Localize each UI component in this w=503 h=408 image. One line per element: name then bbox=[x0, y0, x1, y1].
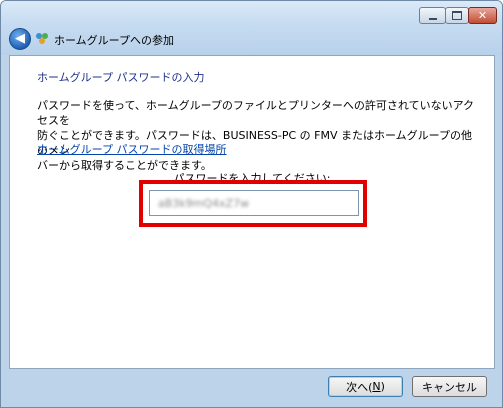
description-text: パスワードを使って、ホームグループのファイルとプリンターへの許可されていないアク… bbox=[37, 98, 477, 173]
dialog-window: ✕ ◀ ホームグループへの参加 ホームグループ パスワードの入力 パスワードを使… bbox=[0, 0, 503, 408]
page-heading: ホームグループ パスワードの入力 bbox=[37, 71, 205, 84]
next-button[interactable]: 次へ(N) bbox=[328, 376, 403, 397]
title-bar: ✕ ◀ ホームグループへの参加 bbox=[1, 1, 502, 55]
back-button[interactable]: ◀ bbox=[9, 28, 31, 50]
description-line: パスワードを使って、ホームグループのファイルとプリンターへの許可されていないアク… bbox=[37, 99, 475, 127]
maximize-icon bbox=[452, 11, 462, 20]
password-input[interactable] bbox=[149, 190, 359, 216]
close-button[interactable]: ✕ bbox=[468, 7, 497, 24]
next-button-key: N bbox=[372, 380, 381, 393]
back-arrow-icon: ◀ bbox=[15, 31, 25, 46]
get-password-link[interactable]: ホームグループ パスワードの取得場所 bbox=[37, 141, 227, 157]
next-button-close: ) bbox=[380, 380, 385, 393]
close-icon: ✕ bbox=[477, 9, 488, 22]
maximize-button[interactable] bbox=[445, 7, 469, 24]
minimize-button[interactable] bbox=[419, 7, 446, 24]
homegroup-icon bbox=[36, 33, 48, 44]
content-panel: ホームグループ パスワードの入力 パスワードを使って、ホームグループのファイルと… bbox=[9, 55, 495, 369]
cancel-button[interactable]: キャンセル bbox=[412, 376, 487, 397]
window-title: ホームグループへの参加 bbox=[54, 34, 175, 47]
next-button-label: 次へ( bbox=[346, 380, 373, 394]
minimize-icon bbox=[428, 17, 437, 20]
